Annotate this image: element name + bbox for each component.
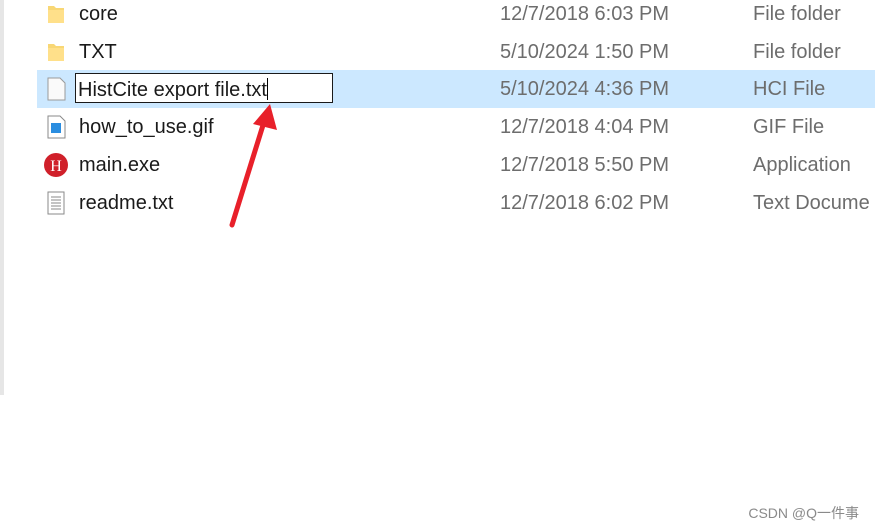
annotation-arrow [229,104,277,228]
watermark: CSDN @Q一件事 [748,505,859,521]
